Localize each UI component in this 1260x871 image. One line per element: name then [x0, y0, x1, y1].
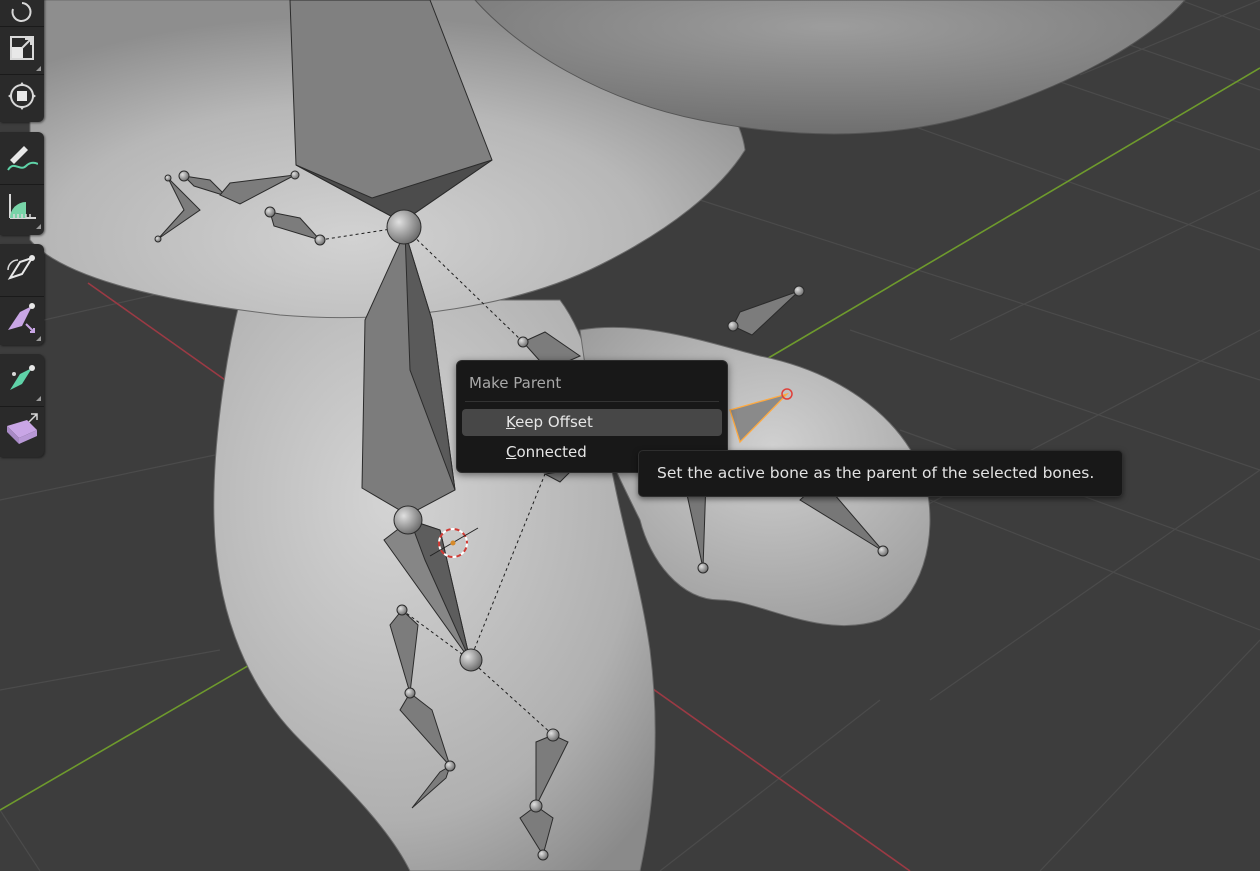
tool-group-edit	[0, 354, 44, 457]
menu-item-accelerator: C	[506, 443, 517, 461]
annotate-icon	[6, 140, 39, 176]
tool-roll[interactable]	[0, 246, 44, 294]
tool-group-annotate	[0, 132, 44, 235]
x-axis-line	[611, 659, 911, 871]
menu-separator	[465, 401, 719, 402]
bone-size-icon	[6, 302, 38, 338]
tool-extrude[interactable]	[0, 406, 44, 454]
tool-bone-size[interactable]	[0, 296, 44, 344]
menu-item-keep-offset[interactable]: Keep Offset	[462, 409, 722, 436]
menu-item-label: onnected	[516, 443, 587, 461]
tooltip: Set the active bone as the parent of the…	[638, 450, 1123, 497]
tool-transform[interactable]	[0, 74, 44, 122]
tool-scale[interactable]	[0, 26, 44, 74]
tool-annotate[interactable]	[0, 134, 44, 182]
measure-icon	[6, 190, 38, 226]
bone-hand-right	[732, 290, 800, 336]
tool-measure[interactable]	[0, 184, 44, 232]
menu-item-label: eep Offset	[515, 413, 593, 431]
transform-icon	[7, 81, 37, 115]
tool-group-transform	[0, 0, 44, 122]
extrude-icon	[5, 412, 39, 448]
menu-item-accelerator: K	[506, 413, 516, 431]
menu-title: Make Parent	[469, 374, 562, 392]
roll-icon	[6, 252, 38, 288]
bone-envelope-icon	[6, 362, 38, 398]
tool-bone-envelope[interactable]	[0, 356, 44, 404]
rotate-icon	[9, 0, 35, 29]
scale-icon	[8, 34, 36, 66]
tool-group-bone	[0, 244, 44, 345]
